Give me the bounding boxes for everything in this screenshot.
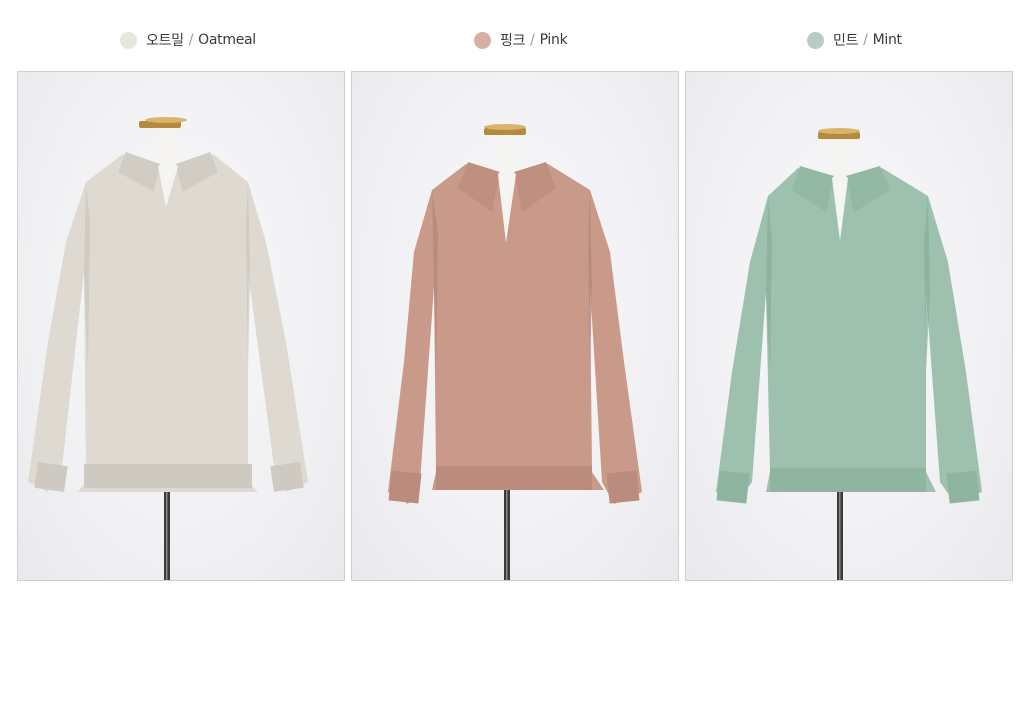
color-english-name: Pink bbox=[539, 32, 568, 48]
product-photo-oatmeal bbox=[17, 71, 345, 581]
separator: / bbox=[188, 32, 194, 48]
color-label-pink: 핑크 / Pink bbox=[474, 29, 568, 51]
color-english-name: Oatmeal bbox=[198, 32, 256, 48]
color-english-name: Mint bbox=[872, 32, 902, 48]
separator: / bbox=[530, 32, 535, 48]
swatch-pink bbox=[474, 31, 491, 49]
color-korean-name: 핑크 bbox=[500, 33, 526, 49]
separator: / bbox=[863, 32, 868, 48]
product-photo-mint bbox=[685, 71, 1013, 581]
color-korean-name: 민트 bbox=[833, 33, 859, 49]
color-options-header: 오트밀 / Oatmeal 핑크 / Pink 민트 / Mint bbox=[0, 0, 1032, 72]
sweater-illustration bbox=[716, 128, 982, 580]
color-korean-name: 오트밀 bbox=[146, 33, 184, 49]
swatch-oatmeal bbox=[120, 31, 137, 49]
color-label-mint: 민트 / Mint bbox=[807, 29, 902, 51]
sweater-illustration bbox=[28, 117, 308, 580]
product-photo-pink bbox=[351, 71, 679, 581]
color-label-oatmeal: 오트밀 / Oatmeal bbox=[120, 29, 256, 51]
swatch-mint bbox=[807, 31, 824, 49]
sweater-illustration bbox=[388, 124, 642, 580]
